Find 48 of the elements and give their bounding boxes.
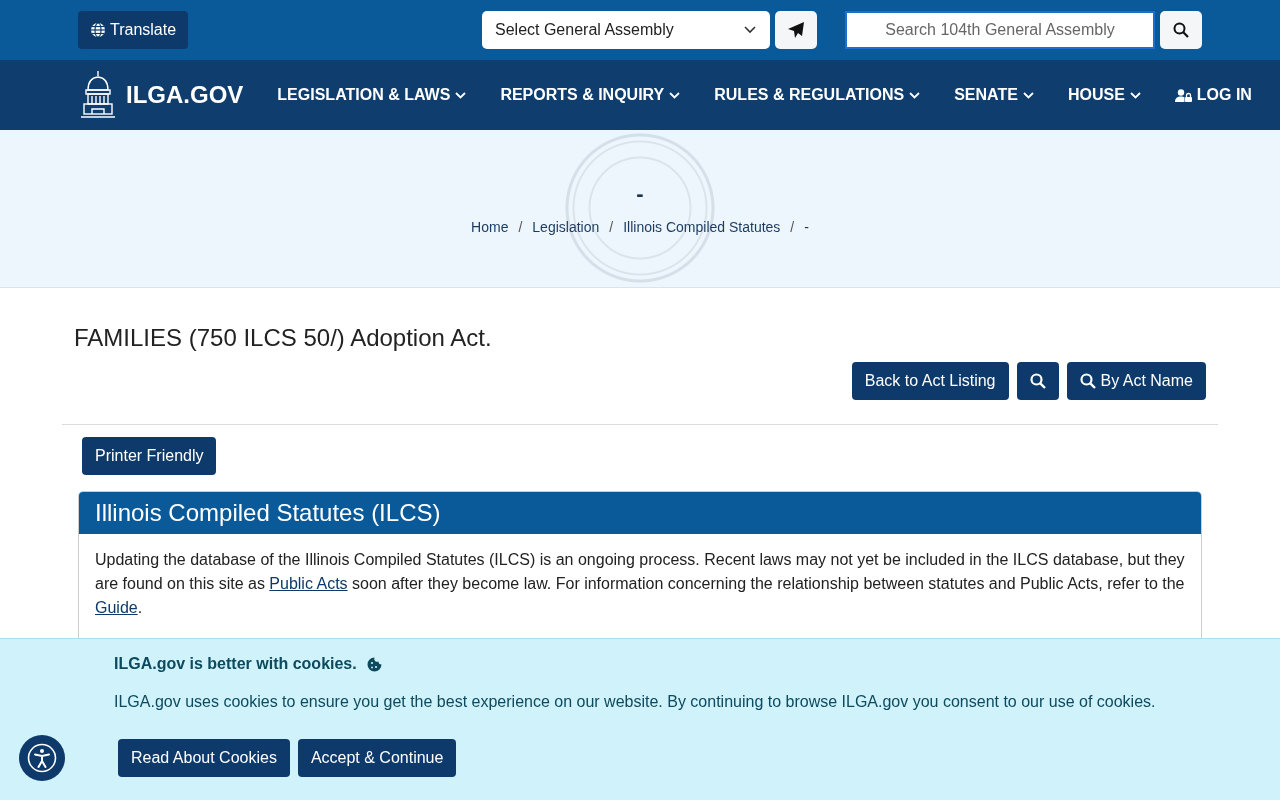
accessibility-icon: [27, 743, 57, 773]
go-button[interactable]: [775, 11, 817, 49]
paper-plane-icon: [787, 21, 805, 39]
search-button[interactable]: [1160, 11, 1202, 49]
breadcrumb-link[interactable]: Legislation: [532, 218, 600, 235]
breadcrumb-link[interactable]: -: [804, 218, 809, 235]
text-link[interactable]: Public Acts: [269, 575, 348, 592]
cookie-button[interactable]: Accept & Continue: [297, 739, 457, 777]
search-icon: [1079, 373, 1096, 389]
nav-menu-item[interactable]: RULES & REGULATIONS: [714, 86, 921, 104]
cookie-message: ILGA.gov uses cookies to ensure you get the best experience on our website. By continuing to browse ILGA.gov you consent to our use of cookies.: [114, 693, 1157, 711]
nav-menu-item[interactable]: LEGISLATION & LAWS: [277, 86, 467, 104]
search-icon: [1173, 22, 1189, 38]
assembly-select[interactable]: Select General Assembly: [482, 11, 770, 49]
breadcrumb-separator: /: [790, 218, 795, 235]
search-field[interactable]: Search 104th General Assembly: [845, 11, 1155, 49]
page-heading: -: [636, 182, 644, 205]
cookie-icon: [366, 656, 382, 672]
chevron-down-icon: [455, 91, 467, 99]
info-paragraph: Updating the database of the Illinois Compiled Statutes (ILCS) is an ongoing process. Recent laws may not yet be included in the ILCS database, but they are found on this site as Public Acts soon after they become law. For information concerning the relationship between statutes and Public Acts, refer to the Guide.: [95, 550, 1185, 618]
site-logo-text[interactable]: ILGA.GOV: [126, 81, 244, 109]
nav-menu-item[interactable]: HOUSE: [1067, 86, 1141, 104]
capitol-dome-icon: [80, 70, 116, 120]
breadcrumb-link[interactable]: Home: [471, 218, 509, 235]
action-button[interactable]: Back to Act Listing: [851, 362, 1009, 400]
card-title: Illinois Compiled Statutes (ILCS): [95, 499, 441, 526]
cookie-button[interactable]: Read About Cookies: [118, 739, 290, 777]
nav-menu-item[interactable]: SENATE: [954, 86, 1034, 104]
user-lock-icon: [1174, 88, 1192, 102]
chevron-down-icon: [909, 91, 921, 99]
translate-button[interactable]: Translate: [78, 11, 189, 49]
chevron-down-icon: [1129, 91, 1141, 99]
chevron-down-icon: [1022, 91, 1034, 99]
chevron-down-icon: [744, 26, 756, 34]
breadcrumb-link[interactable]: Illinois Compiled Statutes: [623, 218, 781, 235]
act-title: FAMILIES (750 ILCS 50/) Adoption Act.: [74, 324, 493, 352]
chevron-down-icon: [669, 91, 681, 99]
search-icon: [1029, 373, 1046, 389]
printer-friendly-button[interactable]: Printer Friendly: [82, 437, 217, 475]
login-link[interactable]: LOG IN: [1174, 86, 1252, 104]
nav-menu-item[interactable]: REPORTS & INQUIRY: [500, 86, 681, 104]
action-button[interactable]: [1016, 362, 1059, 400]
globe-icon: [90, 22, 106, 38]
breadcrumb-separator: /: [609, 218, 614, 235]
breadcrumb-separator: /: [518, 218, 523, 235]
action-button[interactable]: By Act Name: [1066, 362, 1206, 400]
text-link[interactable]: Guide: [95, 599, 138, 616]
cookie-title: ILGA.gov is better with cookies.: [114, 655, 357, 673]
